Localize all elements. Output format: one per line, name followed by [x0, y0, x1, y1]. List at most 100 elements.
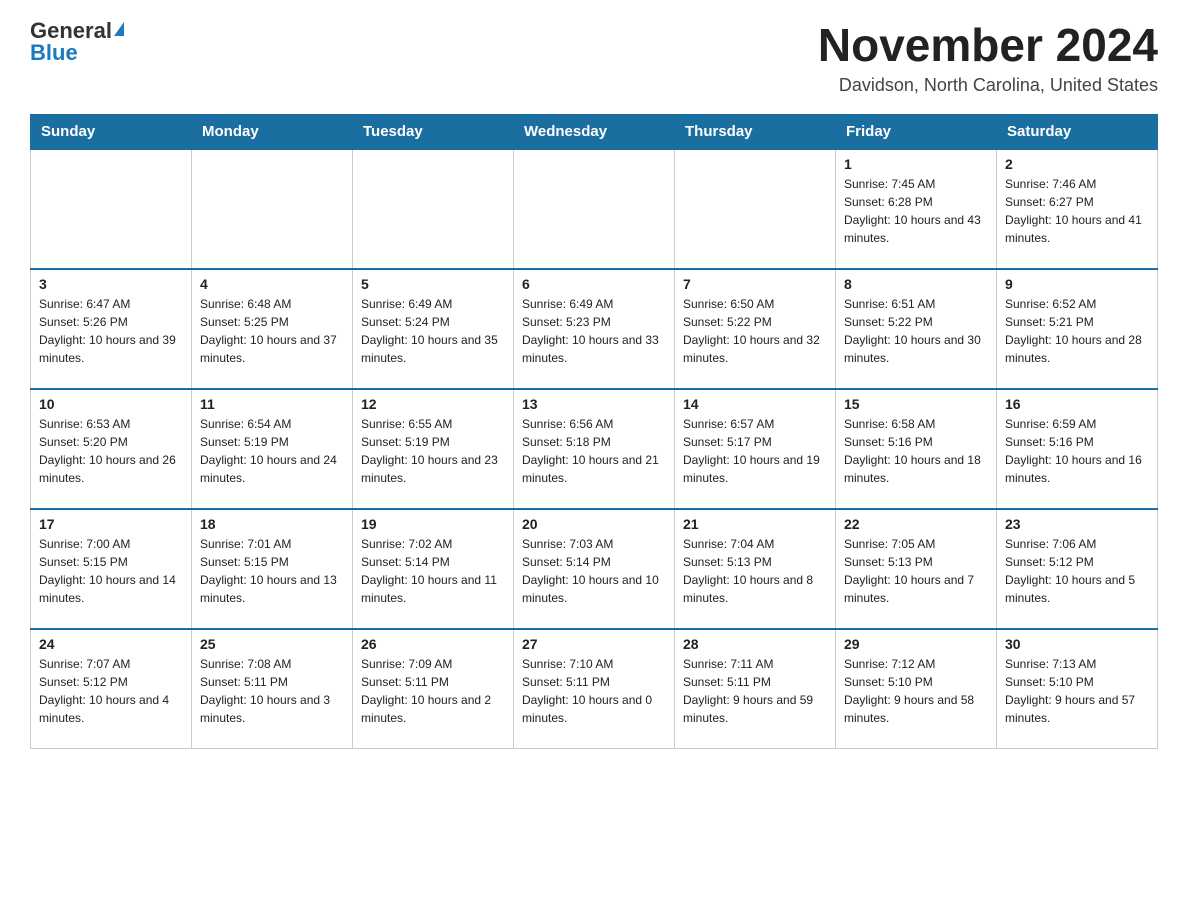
day-number: 13 — [522, 396, 666, 412]
day-number: 14 — [683, 396, 827, 412]
weekday-header-saturday: Saturday — [997, 114, 1158, 149]
day-number: 12 — [361, 396, 505, 412]
calendar-cell — [31, 149, 192, 269]
logo-general-text: General — [30, 20, 112, 42]
day-number: 27 — [522, 636, 666, 652]
day-number: 5 — [361, 276, 505, 292]
calendar-cell: 6 Sunrise: 6:49 AMSunset: 5:23 PMDaylight… — [514, 269, 675, 389]
calendar-week-row: 10 Sunrise: 6:53 AMSunset: 5:20 PMDayligh… — [31, 389, 1158, 509]
weekday-header-monday: Monday — [192, 114, 353, 149]
calendar-cell: 2 Sunrise: 7:46 AMSunset: 6:27 PMDaylight… — [997, 149, 1158, 269]
calendar-cell: 22Sunrise: 7:05 AMSunset: 5:13 PMDayligh… — [836, 509, 997, 629]
day-info: Sunrise: 6:50 AMSunset: 5:22 PMDaylight:… — [683, 295, 827, 367]
calendar-cell: 19 Sunrise: 7:02 AMSunset: 5:14 PMDayligh… — [353, 509, 514, 629]
calendar-cell: 16 Sunrise: 6:59 AMSunset: 5:16 PMDayligh… — [997, 389, 1158, 509]
month-title: November 2024 — [818, 20, 1158, 71]
calendar-cell: 29 Sunrise: 7:12 AMSunset: 5:10 PMDayligh… — [836, 629, 997, 749]
day-info: Sunrise: 7:10 AMSunset: 5:11 PMDaylight:… — [522, 655, 666, 727]
day-info: Sunrise: 7:02 AMSunset: 5:14 PMDaylight:… — [361, 535, 505, 607]
day-info: Sunrise: 7:06 AMSunset: 5:12 PMDaylight:… — [1005, 535, 1149, 607]
calendar-cell: 4 Sunrise: 6:48 AMSunset: 5:25 PMDaylight… — [192, 269, 353, 389]
logo: General Blue — [30, 20, 124, 65]
day-number: 2 — [1005, 156, 1149, 172]
day-info: Sunrise: 7:11 AMSunset: 5:11 PMDaylight:… — [683, 655, 827, 727]
day-info: Sunrise: 6:57 AMSunset: 5:17 PMDaylight:… — [683, 415, 827, 487]
weekday-header-tuesday: Tuesday — [353, 114, 514, 149]
calendar-week-row: 3 Sunrise: 6:47 AMSunset: 5:26 PMDaylight… — [31, 269, 1158, 389]
day-number: 26 — [361, 636, 505, 652]
day-number: 20 — [522, 516, 666, 532]
calendar-cell: 28Sunrise: 7:11 AMSunset: 5:11 PMDayligh… — [675, 629, 836, 749]
day-number: 22 — [844, 516, 988, 532]
day-info: Sunrise: 6:59 AMSunset: 5:16 PMDaylight:… — [1005, 415, 1149, 487]
day-number: 21 — [683, 516, 827, 532]
day-number: 30 — [1005, 636, 1149, 652]
weekday-header-wednesday: Wednesday — [514, 114, 675, 149]
day-info: Sunrise: 7:13 AMSunset: 5:10 PMDaylight:… — [1005, 655, 1149, 727]
calendar-cell — [514, 149, 675, 269]
calendar-week-row: 1Sunrise: 7:45 AMSunset: 6:28 PMDaylight… — [31, 149, 1158, 269]
day-info: Sunrise: 6:47 AMSunset: 5:26 PMDaylight:… — [39, 295, 183, 367]
calendar-table: SundayMondayTuesdayWednesdayThursdayFrid… — [30, 114, 1158, 750]
day-info: Sunrise: 6:49 AMSunset: 5:24 PMDaylight:… — [361, 295, 505, 367]
day-info: Sunrise: 7:07 AMSunset: 5:12 PMDaylight:… — [39, 655, 183, 727]
weekday-header-friday: Friday — [836, 114, 997, 149]
day-number: 19 — [361, 516, 505, 532]
day-info: Sunrise: 6:48 AMSunset: 5:25 PMDaylight:… — [200, 295, 344, 367]
day-number: 9 — [1005, 276, 1149, 292]
calendar-cell: 23 Sunrise: 7:06 AMSunset: 5:12 PMDayligh… — [997, 509, 1158, 629]
day-number: 18 — [200, 516, 344, 532]
day-info: Sunrise: 6:52 AMSunset: 5:21 PMDaylight:… — [1005, 295, 1149, 367]
day-info: Sunrise: 7:46 AMSunset: 6:27 PMDaylight:… — [1005, 175, 1149, 247]
calendar-cell: 21 Sunrise: 7:04 AMSunset: 5:13 PMDayligh… — [675, 509, 836, 629]
calendar-body: 1Sunrise: 7:45 AMSunset: 6:28 PMDaylight… — [31, 149, 1158, 749]
weekday-header-sunday: Sunday — [31, 114, 192, 149]
weekday-header-thursday: Thursday — [675, 114, 836, 149]
day-number: 15 — [844, 396, 988, 412]
calendar-cell: 14 Sunrise: 6:57 AMSunset: 5:17 PMDayligh… — [675, 389, 836, 509]
day-number: 23 — [1005, 516, 1149, 532]
day-number: 3 — [39, 276, 183, 292]
calendar-cell: 20Sunrise: 7:03 AMSunset: 5:14 PMDayligh… — [514, 509, 675, 629]
day-info: Sunrise: 6:55 AMSunset: 5:19 PMDaylight:… — [361, 415, 505, 487]
calendar-cell: 12 Sunrise: 6:55 AMSunset: 5:19 PMDayligh… — [353, 389, 514, 509]
day-number: 7 — [683, 276, 827, 292]
logo-triangle-icon — [114, 22, 124, 36]
calendar-cell: 30 Sunrise: 7:13 AMSunset: 5:10 PMDayligh… — [997, 629, 1158, 749]
day-info: Sunrise: 7:12 AMSunset: 5:10 PMDaylight:… — [844, 655, 988, 727]
day-number: 16 — [1005, 396, 1149, 412]
calendar-cell: 11Sunrise: 6:54 AMSunset: 5:19 PMDayligh… — [192, 389, 353, 509]
day-number: 4 — [200, 276, 344, 292]
day-number: 25 — [200, 636, 344, 652]
calendar-cell: 25Sunrise: 7:08 AMSunset: 5:11 PMDayligh… — [192, 629, 353, 749]
day-number: 6 — [522, 276, 666, 292]
logo-blue-text: Blue — [30, 40, 78, 65]
title-area: November 2024 Davidson, North Carolina, … — [818, 20, 1158, 96]
day-info: Sunrise: 7:45 AMSunset: 6:28 PMDaylight:… — [844, 175, 988, 247]
calendar-cell: 8Sunrise: 6:51 AMSunset: 5:22 PMDaylight… — [836, 269, 997, 389]
calendar-cell: 7 Sunrise: 6:50 AMSunset: 5:22 PMDaylight… — [675, 269, 836, 389]
calendar-cell: 24Sunrise: 7:07 AMSunset: 5:12 PMDayligh… — [31, 629, 192, 749]
day-number: 10 — [39, 396, 183, 412]
day-number: 29 — [844, 636, 988, 652]
day-info: Sunrise: 7:01 AMSunset: 5:15 PMDaylight:… — [200, 535, 344, 607]
calendar-cell: 26Sunrise: 7:09 AMSunset: 5:11 PMDayligh… — [353, 629, 514, 749]
day-info: Sunrise: 6:54 AMSunset: 5:19 PMDaylight:… — [200, 415, 344, 487]
calendar-cell: 10 Sunrise: 6:53 AMSunset: 5:20 PMDayligh… — [31, 389, 192, 509]
calendar-week-row: 17 Sunrise: 7:00 AMSunset: 5:15 PMDayligh… — [31, 509, 1158, 629]
calendar-cell — [192, 149, 353, 269]
calendar-cell — [353, 149, 514, 269]
calendar-cell: 5 Sunrise: 6:49 AMSunset: 5:24 PMDaylight… — [353, 269, 514, 389]
calendar-cell: 3 Sunrise: 6:47 AMSunset: 5:26 PMDaylight… — [31, 269, 192, 389]
day-info: Sunrise: 6:56 AMSunset: 5:18 PMDaylight:… — [522, 415, 666, 487]
calendar-cell: 9 Sunrise: 6:52 AMSunset: 5:21 PMDaylight… — [997, 269, 1158, 389]
calendar-cell: 27 Sunrise: 7:10 AMSunset: 5:11 PMDayligh… — [514, 629, 675, 749]
day-info: Sunrise: 7:04 AMSunset: 5:13 PMDaylight:… — [683, 535, 827, 607]
day-info: Sunrise: 7:00 AMSunset: 5:15 PMDaylight:… — [39, 535, 183, 607]
day-number: 17 — [39, 516, 183, 532]
day-info: Sunrise: 6:58 AMSunset: 5:16 PMDaylight:… — [844, 415, 988, 487]
day-info: Sunrise: 6:53 AMSunset: 5:20 PMDaylight:… — [39, 415, 183, 487]
calendar-header: SundayMondayTuesdayWednesdayThursdayFrid… — [31, 114, 1158, 149]
day-info: Sunrise: 6:49 AMSunset: 5:23 PMDaylight:… — [522, 295, 666, 367]
calendar-cell: 15 Sunrise: 6:58 AMSunset: 5:16 PMDayligh… — [836, 389, 997, 509]
